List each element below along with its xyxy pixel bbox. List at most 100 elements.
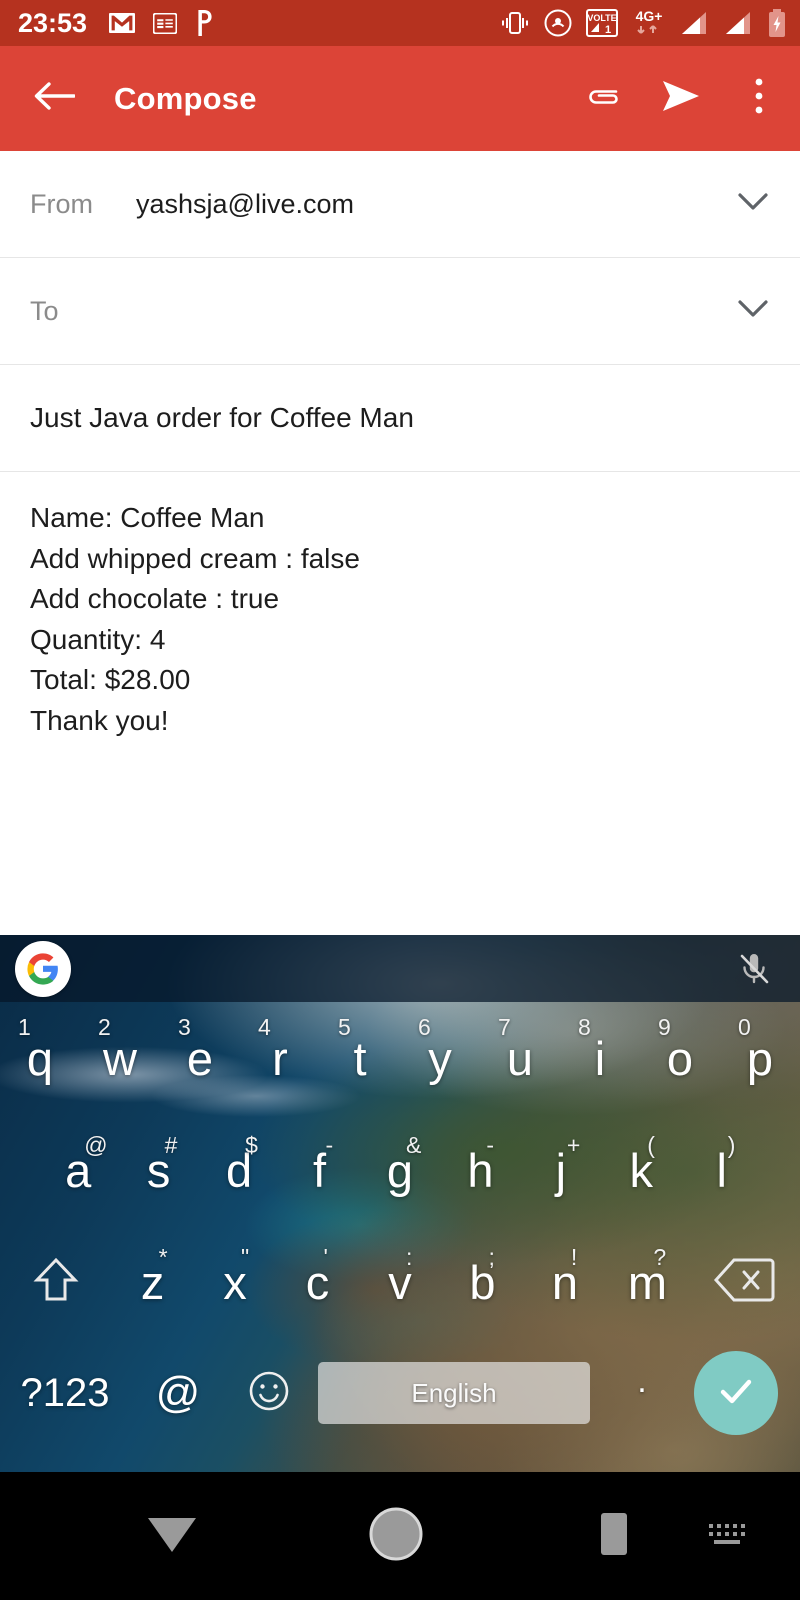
signal-sim2-icon	[724, 10, 754, 36]
key-hint: 1	[18, 1014, 31, 1040]
arrow-back-icon	[33, 79, 76, 118]
nav-keyboard-switch-button[interactable]	[700, 1514, 756, 1558]
nav-home-circle-icon	[367, 1505, 425, 1568]
key-v[interactable]: :v	[359, 1226, 441, 1338]
key-j[interactable]: + j	[521, 1114, 601, 1226]
message-body-input[interactable]: Name: Coffee Man Add whipped cream : fal…	[0, 472, 800, 741]
key-hint: 3	[178, 1014, 191, 1040]
keyboard-row-3: * z " x ' c :v ; b ! n ? m	[0, 1226, 800, 1338]
key-label: l	[716, 1143, 727, 1197]
key-o[interactable]: 9o	[640, 1002, 720, 1114]
key-u[interactable]: 7u	[480, 1002, 560, 1114]
hotspot-icon	[544, 9, 572, 37]
key-hint: $	[245, 1132, 258, 1158]
keyboard-row-4: ?123 @ English .	[0, 1338, 800, 1448]
backspace-key[interactable]	[689, 1226, 800, 1338]
key-s[interactable]: # s	[118, 1114, 198, 1226]
key-q[interactable]: 1q	[0, 1002, 80, 1114]
nav-home-button[interactable]	[362, 1502, 430, 1570]
key-t[interactable]: 5t	[320, 1002, 400, 1114]
key-h[interactable]: -h	[440, 1114, 520, 1226]
at-key[interactable]: @	[130, 1368, 226, 1418]
compose-form: From yashsja@live.com To Just Java order…	[0, 151, 800, 935]
key-hint: #	[164, 1132, 178, 1158]
key-l[interactable]: ) l	[682, 1114, 762, 1226]
more-vert-icon	[753, 76, 765, 121]
key-a[interactable]: @ a	[38, 1114, 118, 1226]
key-g[interactable]: & g	[360, 1114, 440, 1226]
subject-input[interactable]: Just Java order for Coffee Man	[30, 402, 414, 434]
to-expand-button[interactable]	[736, 294, 770, 328]
key-hint: )	[727, 1132, 736, 1158]
key-m[interactable]: ? m	[606, 1226, 688, 1338]
page-title: Compose	[114, 80, 257, 116]
key-label: e	[186, 1031, 214, 1085]
from-expand-button[interactable]	[736, 187, 770, 221]
keyboard-rows: 1q 2w 3e 4r 5t 6y 7u 8i 9o 0p @ a # s $ d -…	[0, 1002, 800, 1472]
symbols-label: ?123	[20, 1370, 110, 1415]
shift-key[interactable]	[0, 1226, 111, 1338]
body-line: Name: Coffee Man	[30, 502, 265, 533]
svg-text:4G+: 4G+	[636, 8, 663, 24]
key-hint: "	[241, 1244, 250, 1270]
google-g-icon[interactable]	[15, 940, 71, 997]
key-k[interactable]: (k	[601, 1114, 681, 1226]
key-hint: 6	[418, 1014, 431, 1040]
key-b[interactable]: ; b	[441, 1226, 523, 1338]
chevron-down-icon	[737, 299, 769, 324]
mic-off-icon	[734, 954, 774, 993]
key-hint: +	[566, 1132, 581, 1158]
send-button[interactable]	[658, 76, 704, 122]
back-button[interactable]	[30, 75, 78, 123]
key-w[interactable]: 2w	[80, 1002, 160, 1114]
key-hint: (	[647, 1132, 655, 1158]
pocket-icon	[195, 10, 215, 36]
key-label: r	[272, 1031, 288, 1085]
nav-down-arrow-icon	[144, 1512, 200, 1561]
key-hint: -	[486, 1132, 495, 1158]
overflow-menu-button[interactable]	[736, 76, 782, 122]
key-y[interactable]: 6y	[400, 1002, 480, 1114]
emoji-key[interactable]	[226, 1369, 312, 1418]
space-key[interactable]: English	[318, 1362, 590, 1424]
key-r[interactable]: 4r	[240, 1002, 320, 1114]
body-line: Add chocolate : true	[30, 583, 280, 614]
subject-field-row[interactable]: Just Java order for Coffee Man	[0, 365, 800, 472]
key-c[interactable]: ' c	[276, 1226, 358, 1338]
status-system-icons: VOLTE 1 4G+	[500, 0, 786, 46]
gmail-icon	[109, 13, 136, 33]
to-label: To	[30, 295, 59, 326]
key-n[interactable]: ! n	[524, 1226, 606, 1338]
key-hint: ?	[653, 1244, 667, 1270]
network-4g-plus-icon: 4G+	[632, 8, 666, 38]
attach-button[interactable]	[580, 76, 626, 122]
key-p[interactable]: 0p	[720, 1002, 800, 1114]
volte-1-icon: VOLTE 1	[586, 9, 618, 37]
key-label: i	[594, 1031, 606, 1085]
nav-recents-button[interactable]	[586, 1508, 642, 1564]
key-d[interactable]: $ d	[199, 1114, 279, 1226]
key-z[interactable]: * z	[111, 1226, 193, 1338]
from-value[interactable]: yashsja@live.com	[136, 189, 736, 220]
key-x[interactable]: " x	[194, 1226, 276, 1338]
app-bar: Compose	[0, 46, 800, 151]
key-i[interactable]: 8i	[560, 1002, 640, 1114]
key-hint: -	[325, 1132, 334, 1158]
key-f[interactable]: -f	[279, 1114, 359, 1226]
key-label: q	[26, 1031, 54, 1085]
key-hint: 4	[258, 1014, 271, 1040]
status-notification-icons	[109, 10, 215, 36]
to-field-row[interactable]: To	[0, 258, 800, 365]
key-label: j	[555, 1143, 567, 1197]
enter-key[interactable]	[694, 1351, 778, 1435]
key-e[interactable]: 3e	[160, 1002, 240, 1114]
emoji-smiley-icon	[247, 1369, 291, 1418]
symbols-key[interactable]: ?123	[0, 1371, 130, 1416]
backspace-icon	[713, 1256, 775, 1309]
voice-input-button[interactable]	[734, 949, 774, 989]
key-label: f	[313, 1143, 327, 1197]
nav-back-button[interactable]	[140, 1506, 204, 1566]
period-label: .	[637, 1362, 647, 1401]
period-key[interactable]: .	[596, 1362, 688, 1411]
from-field-row[interactable]: From yashsja@live.com	[0, 151, 800, 258]
